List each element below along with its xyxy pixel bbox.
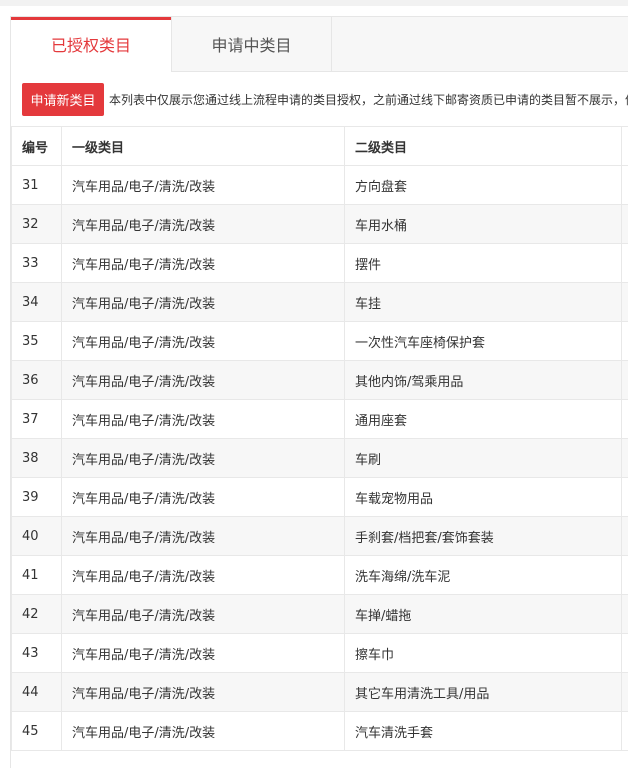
cell-id: 43 xyxy=(12,634,62,673)
category-table: 编号 一级类目 二级类目 31汽车用品/电子/清洗/改装方向盘套32汽车用品/电… xyxy=(11,126,628,751)
header-extra xyxy=(622,127,628,166)
cell-id: 39 xyxy=(12,478,62,517)
cell-extra xyxy=(622,166,628,205)
table-row: 45汽车用品/电子/清洗/改装汽车清洗手套 xyxy=(12,712,628,751)
cell-extra xyxy=(622,283,628,322)
cell-extra xyxy=(622,361,628,400)
table-row: 41汽车用品/电子/清洗/改装洗车海绵/洗车泥 xyxy=(12,556,628,595)
cell-level1-category: 汽车用品/电子/清洗/改装 xyxy=(62,673,345,712)
cell-level1-category: 汽车用品/电子/清洗/改装 xyxy=(62,478,345,517)
table-row: 38汽车用品/电子/清洗/改装车刷 xyxy=(12,439,628,478)
cell-level1-category: 汽车用品/电子/清洗/改装 xyxy=(62,712,345,751)
cell-extra xyxy=(622,478,628,517)
cell-level1-category: 汽车用品/电子/清洗/改装 xyxy=(62,361,345,400)
cell-id: 44 xyxy=(12,673,62,712)
cell-id: 34 xyxy=(12,283,62,322)
table-row: 34汽车用品/电子/清洗/改装车挂 xyxy=(12,283,628,322)
cell-id: 45 xyxy=(12,712,62,751)
table-row: 44汽车用品/电子/清洗/改装其它车用清洗工具/用品 xyxy=(12,673,628,712)
table-row: 31汽车用品/电子/清洗/改装方向盘套 xyxy=(12,166,628,205)
toolbar: 申请新类目 本列表中仅展示您通过线上流程申请的类目授权，之前通过线下邮寄资质已申… xyxy=(11,72,628,126)
cell-extra xyxy=(622,595,628,634)
tab-pending-categories[interactable]: 申请中类目 xyxy=(171,17,332,71)
table-row: 37汽车用品/电子/清洗/改装通用座套 xyxy=(12,400,628,439)
apply-new-category-button[interactable]: 申请新类目 xyxy=(22,83,104,116)
cell-level2-category: 汽车清洗手套 xyxy=(345,712,622,751)
cell-level2-category: 其它车用清洗工具/用品 xyxy=(345,673,622,712)
cell-extra xyxy=(622,244,628,283)
tab-bar: 已授权类目 申请中类目 xyxy=(11,17,628,72)
table-row: 32汽车用品/电子/清洗/改装车用水桶 xyxy=(12,205,628,244)
table-row: 35汽车用品/电子/清洗/改装一次性汽车座椅保护套 xyxy=(12,322,628,361)
top-strip xyxy=(0,0,628,6)
header-id: 编号 xyxy=(12,127,62,166)
header-level1-category: 一级类目 xyxy=(62,127,345,166)
cell-level1-category: 汽车用品/电子/清洗/改装 xyxy=(62,244,345,283)
cell-extra xyxy=(622,712,628,751)
tab-authorized-categories[interactable]: 已授权类目 xyxy=(11,17,171,72)
cell-level2-category: 方向盘套 xyxy=(345,166,622,205)
cell-extra xyxy=(622,517,628,556)
cell-level1-category: 汽车用品/电子/清洗/改装 xyxy=(62,634,345,673)
cell-level1-category: 汽车用品/电子/清洗/改装 xyxy=(62,322,345,361)
cell-id: 41 xyxy=(12,556,62,595)
category-panel: 已授权类目 申请中类目 申请新类目 本列表中仅展示您通过线上流程申请的类目授权，… xyxy=(10,16,628,768)
cell-id: 38 xyxy=(12,439,62,478)
cell-level1-category: 汽车用品/电子/清洗/改装 xyxy=(62,556,345,595)
cell-extra xyxy=(622,673,628,712)
cell-level1-category: 汽车用品/电子/清洗/改装 xyxy=(62,517,345,556)
cell-extra xyxy=(622,556,628,595)
cell-level1-category: 汽车用品/电子/清洗/改装 xyxy=(62,439,345,478)
table-body: 31汽车用品/电子/清洗/改装方向盘套32汽车用品/电子/清洗/改装车用水桶33… xyxy=(12,166,628,751)
cell-id: 31 xyxy=(12,166,62,205)
cell-level1-category: 汽车用品/电子/清洗/改装 xyxy=(62,595,345,634)
cell-id: 40 xyxy=(12,517,62,556)
cell-id: 42 xyxy=(12,595,62,634)
cell-level2-category: 通用座套 xyxy=(345,400,622,439)
cell-level1-category: 汽车用品/电子/清洗/改装 xyxy=(62,166,345,205)
cell-extra xyxy=(622,634,628,673)
cell-id: 33 xyxy=(12,244,62,283)
cell-level2-category: 手刹套/档把套/套饰套装 xyxy=(345,517,622,556)
cell-id: 36 xyxy=(12,361,62,400)
table-row: 33汽车用品/电子/清洗/改装摆件 xyxy=(12,244,628,283)
cell-level2-category: 车刷 xyxy=(345,439,622,478)
cell-level2-category: 摆件 xyxy=(345,244,622,283)
cell-level2-category: 一次性汽车座椅保护套 xyxy=(345,322,622,361)
header-level2-category: 二级类目 xyxy=(345,127,622,166)
table-row: 36汽车用品/电子/清洗/改装其他内饰/驾乘用品 xyxy=(12,361,628,400)
cell-level2-category: 车挂 xyxy=(345,283,622,322)
table-row: 42汽车用品/电子/清洗/改装车掸/蜡拖 xyxy=(12,595,628,634)
notice-text: 本列表中仅展示您通过线上流程申请的类目授权，之前通过线下邮寄资质已申请的类目暂不… xyxy=(109,91,628,108)
cell-level2-category: 擦车巾 xyxy=(345,634,622,673)
cell-level1-category: 汽车用品/电子/清洗/改装 xyxy=(62,283,345,322)
cell-id: 32 xyxy=(12,205,62,244)
cell-extra xyxy=(622,400,628,439)
cell-level2-category: 车掸/蜡拖 xyxy=(345,595,622,634)
cell-extra xyxy=(622,439,628,478)
cell-level2-category: 车载宠物用品 xyxy=(345,478,622,517)
table-row: 43汽车用品/电子/清洗/改装擦车巾 xyxy=(12,634,628,673)
cell-id: 35 xyxy=(12,322,62,361)
cell-level1-category: 汽车用品/电子/清洗/改装 xyxy=(62,400,345,439)
cell-extra xyxy=(622,322,628,361)
cell-level1-category: 汽车用品/电子/清洗/改装 xyxy=(62,205,345,244)
cell-level2-category: 车用水桶 xyxy=(345,205,622,244)
table-row: 40汽车用品/电子/清洗/改装手刹套/档把套/套饰套装 xyxy=(12,517,628,556)
cell-level2-category: 洗车海绵/洗车泥 xyxy=(345,556,622,595)
cell-level2-category: 其他内饰/驾乘用品 xyxy=(345,361,622,400)
cell-id: 37 xyxy=(12,400,62,439)
table-header-row: 编号 一级类目 二级类目 xyxy=(12,127,628,166)
table-row: 39汽车用品/电子/清洗/改装车载宠物用品 xyxy=(12,478,628,517)
cell-extra xyxy=(622,205,628,244)
